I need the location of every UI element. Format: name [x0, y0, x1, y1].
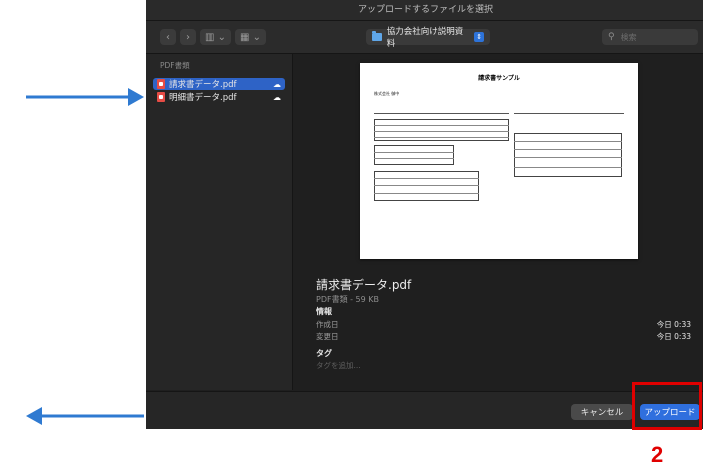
- search-icon: ⚲: [608, 32, 615, 42]
- cancel-button[interactable]: キャンセル: [571, 404, 633, 420]
- file-list-header: PDF書類: [160, 61, 190, 70]
- doc-rule: [514, 149, 622, 150]
- preview-pane: 請求書サンプル 株式会社 御中 請求書データ.pdf PDF書類 - 59 KB…: [293, 54, 703, 390]
- view-mode-button[interactable]: ▥ ⌄: [200, 29, 232, 45]
- doc-table: [514, 133, 622, 177]
- document-preview: 請求書サンプル 株式会社 御中: [360, 63, 638, 259]
- tags-section-title: タグ: [316, 349, 332, 358]
- chevron-left-icon: ‹: [166, 31, 170, 43]
- columns-view-icon: ▥: [205, 31, 215, 43]
- dialog-footer: キャンセル アップロード: [146, 391, 703, 429]
- search-field[interactable]: ⚲: [602, 29, 698, 45]
- created-value: 今日 0:33: [656, 320, 691, 329]
- created-label: 作成日: [316, 320, 339, 329]
- chevron-down-icon: ⌄: [217, 31, 227, 43]
- view-options: ▥ ⌄ ▦ ⌄: [200, 29, 267, 45]
- forward-button[interactable]: ›: [180, 29, 196, 45]
- file-row-statement[interactable]: 明細書データ.pdf ☁: [153, 91, 285, 103]
- doc-rule: [374, 113, 509, 114]
- doc-table: [374, 145, 454, 165]
- doc-rule: [374, 125, 509, 126]
- file-name: 請求書データ.pdf: [169, 80, 237, 90]
- step-number: 2: [651, 442, 664, 467]
- doc-rule: [374, 185, 479, 186]
- cloud-icon: ☁: [273, 79, 281, 89]
- dialog-title: アップロードするファイルを選択: [146, 0, 703, 21]
- cloud-icon: ☁: [273, 92, 281, 102]
- doc-rule: [374, 193, 479, 194]
- chevron-down-icon: ⌄: [252, 31, 262, 43]
- file-kind-size: PDF書類 - 59 KB: [316, 295, 380, 304]
- doc-rule: [374, 137, 509, 138]
- modified-value: 今日 0:33: [656, 332, 691, 341]
- file-name: 明細書データ.pdf: [169, 93, 237, 103]
- tag-input[interactable]: [316, 361, 436, 370]
- doc-rule: [374, 152, 454, 153]
- file-picker-dialog: アップロードするファイルを選択 ‹ › ▥ ⌄ ▦ ⌄ 協力会社向け説明資料 ⇕…: [146, 0, 703, 429]
- modified-label: 変更日: [316, 332, 339, 341]
- doc-table: [374, 171, 479, 201]
- doc-rule: [374, 158, 454, 159]
- folder-icon: [372, 31, 382, 41]
- updown-chevron-icon: ⇕: [474, 32, 485, 42]
- doc-rule: [514, 141, 622, 142]
- document-recipient: 株式会社 御中: [374, 91, 400, 96]
- nav-buttons: ‹ ›: [160, 29, 196, 45]
- doc-rule: [374, 131, 509, 132]
- toolbar: ‹ › ▥ ⌄ ▦ ⌄ 協力会社向け説明資料 ⇕ ⚲: [146, 21, 703, 54]
- document-title: 請求書サンプル: [478, 75, 520, 82]
- chevron-right-icon: ›: [186, 31, 190, 43]
- doc-rule: [514, 157, 622, 158]
- location-label: 協力会社向け説明資料: [386, 27, 464, 49]
- pdf-file-icon: [157, 92, 165, 102]
- back-button[interactable]: ‹: [160, 29, 176, 45]
- doc-rule: [514, 167, 622, 168]
- location-popup[interactable]: 協力会社向け説明資料 ⇕: [366, 27, 490, 49]
- arrow-right-annotation: [26, 88, 144, 106]
- arrow-left-annotation: [26, 407, 144, 425]
- file-row-invoice[interactable]: 請求書データ.pdf ☁: [153, 78, 285, 90]
- info-section-title: 情報: [316, 307, 332, 316]
- search-input[interactable]: [618, 31, 693, 43]
- pdf-file-icon: [157, 79, 165, 89]
- upload-button-highlight: [632, 382, 702, 430]
- doc-rule: [374, 178, 479, 179]
- group-icon: ▦: [240, 31, 250, 43]
- selected-file-name: 請求書データ.pdf: [316, 278, 412, 292]
- file-list: PDF書類 請求書データ.pdf ☁ 明細書データ.pdf ☁: [146, 54, 293, 390]
- group-button[interactable]: ▦ ⌄: [235, 29, 267, 45]
- doc-rule: [514, 113, 624, 114]
